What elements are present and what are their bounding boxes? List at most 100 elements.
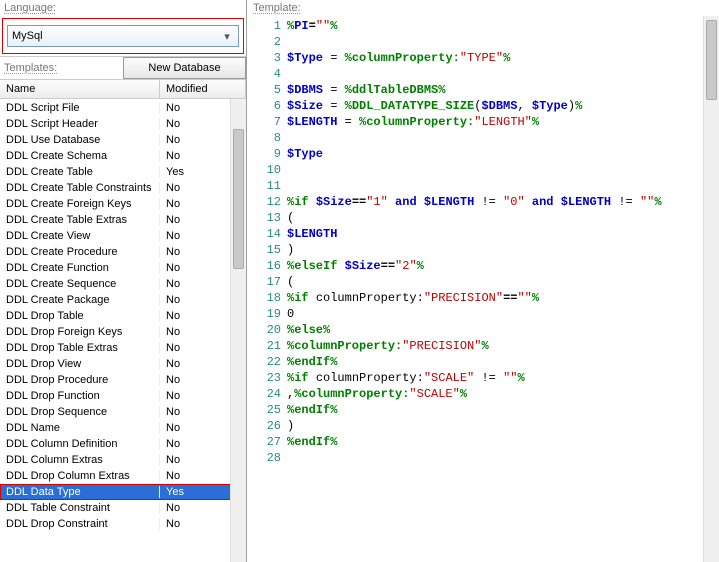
code-gutter: 1234567891011121314151617181920212223242… (247, 18, 287, 562)
row-name: DDL Script Header (0, 118, 160, 130)
code-line[interactable] (287, 66, 719, 82)
table-row[interactable]: DDL Data TypeYes (0, 484, 246, 500)
table-row[interactable]: DDL Create SchemaNo (0, 148, 246, 164)
code-line[interactable]: %if columnProperty:"SCALE" != ""% (287, 370, 719, 386)
table-row[interactable]: DDL Create Table ExtrasNo (0, 212, 246, 228)
code-line[interactable]: $DBMS = %ddlTableDBMS% (287, 82, 719, 98)
code-line[interactable] (287, 34, 719, 50)
templates-table-body-wrap: DDL Script FileNoDDL Script HeaderNoDDL … (0, 99, 246, 562)
code-line[interactable] (287, 450, 719, 466)
code-line[interactable]: $Type (287, 146, 719, 162)
table-row[interactable]: DDL Drop Table ExtrasNo (0, 340, 246, 356)
line-number: 19 (247, 306, 281, 322)
line-number: 20 (247, 322, 281, 338)
code-line[interactable] (287, 178, 719, 194)
table-row[interactable]: DDL Table ConstraintNo (0, 500, 246, 516)
row-name: DDL Drop Column Extras (0, 470, 160, 482)
code-line[interactable]: ( (287, 274, 719, 290)
code-editor[interactable]: 1234567891011121314151617181920212223242… (247, 16, 719, 562)
table-row[interactable]: DDL Drop ViewNo (0, 356, 246, 372)
code-line[interactable]: %endIf% (287, 434, 719, 450)
row-name: DDL Create Sequence (0, 278, 160, 290)
line-number: 9 (247, 146, 281, 162)
line-number: 17 (247, 274, 281, 290)
row-name: DDL Create Table (0, 166, 160, 178)
right-panel: Template: 123456789101112131415161718192… (247, 0, 719, 562)
code-line[interactable]: $LENGTH = %columnProperty:"LENGTH"% (287, 114, 719, 130)
line-number: 1 (247, 18, 281, 34)
row-name: DDL Column Extras (0, 454, 160, 466)
table-row[interactable]: DDL Create FunctionNo (0, 260, 246, 276)
code-line[interactable] (287, 162, 719, 178)
line-number: 22 (247, 354, 281, 370)
table-row[interactable]: DDL Drop Foreign KeysNo (0, 324, 246, 340)
code-line[interactable]: %endIf% (287, 402, 719, 418)
table-row[interactable]: DDL Create PackageNo (0, 292, 246, 308)
table-row[interactable]: DDL NameNo (0, 420, 246, 436)
col-header-modified[interactable]: Modified (160, 80, 246, 98)
chevron-down-icon: ▾ (220, 30, 234, 43)
col-header-name[interactable]: Name (0, 80, 160, 98)
templates-label: Templates: (0, 60, 123, 76)
table-row[interactable]: DDL Column ExtrasNo (0, 452, 246, 468)
code-line[interactable] (287, 130, 719, 146)
language-label: Language: (0, 0, 246, 16)
row-name: DDL Drop Function (0, 390, 160, 402)
row-name: DDL Create Schema (0, 150, 160, 162)
code-line[interactable]: ) (287, 242, 719, 258)
new-database-button[interactable]: New Database (123, 57, 246, 79)
table-row[interactable]: DDL Create Table ConstraintsNo (0, 180, 246, 196)
table-row[interactable]: DDL Script HeaderNo (0, 116, 246, 132)
row-name: DDL Create Table Extras (0, 214, 160, 226)
code-line[interactable]: %PI=""% (287, 18, 719, 34)
row-name: DDL Script File (0, 102, 160, 114)
table-row[interactable]: DDL Drop FunctionNo (0, 388, 246, 404)
table-row[interactable]: DDL Drop TableNo (0, 308, 246, 324)
language-highlight-box: MySql ▾ (2, 18, 244, 54)
code-line[interactable]: %elseIf $Size=="2"% (287, 258, 719, 274)
code-line[interactable]: $Type = %columnProperty:"TYPE"% (287, 50, 719, 66)
code-line[interactable]: ,%columnProperty:"SCALE"% (287, 386, 719, 402)
code-line[interactable]: 0 (287, 306, 719, 322)
code-line[interactable]: %endIf% (287, 354, 719, 370)
line-number: 12 (247, 194, 281, 210)
table-row[interactable]: DDL Drop ConstraintNo (0, 516, 246, 532)
line-number: 13 (247, 210, 281, 226)
table-row[interactable]: DDL Create TableYes (0, 164, 246, 180)
code-line[interactable]: %if $Size=="1" and $LENGTH != "0" and $L… (287, 194, 719, 210)
code-line[interactable]: ( (287, 210, 719, 226)
table-row[interactable]: DDL Column DefinitionNo (0, 436, 246, 452)
code-content[interactable]: %PI=""% $Type = %columnProperty:"TYPE"% … (287, 18, 719, 562)
templates-scrollbar[interactable] (230, 99, 246, 562)
code-line[interactable]: ) (287, 418, 719, 434)
table-row[interactable]: DDL Drop ProcedureNo (0, 372, 246, 388)
row-name: DDL Create Procedure (0, 246, 160, 258)
table-row[interactable]: DDL Drop Column ExtrasNo (0, 468, 246, 484)
table-row[interactable]: DDL Drop SequenceNo (0, 404, 246, 420)
table-row[interactable]: DDL Create ViewNo (0, 228, 246, 244)
code-line[interactable]: %if columnProperty:"PRECISION"==""% (287, 290, 719, 306)
table-row[interactable]: DDL Script FileNo (0, 100, 246, 116)
code-line[interactable]: $LENGTH (287, 226, 719, 242)
language-combo[interactable]: MySql ▾ (7, 25, 239, 47)
templates-scrollbar-thumb[interactable] (233, 129, 244, 269)
line-number: 2 (247, 34, 281, 50)
line-number: 10 (247, 162, 281, 178)
row-name: DDL Data Type (0, 486, 160, 498)
table-row[interactable]: DDL Use DatabaseNo (0, 132, 246, 148)
code-scrollbar-thumb[interactable] (706, 20, 717, 100)
code-line[interactable]: $Size = %DDL_DATATYPE_SIZE($DBMS, $Type)… (287, 98, 719, 114)
row-name: DDL Drop View (0, 358, 160, 370)
row-name: DDL Name (0, 422, 160, 434)
code-line[interactable]: %else% (287, 322, 719, 338)
templates-table-header: Name Modified (0, 79, 246, 99)
table-row[interactable]: DDL Create ProcedureNo (0, 244, 246, 260)
code-scrollbar[interactable] (703, 16, 719, 562)
templates-header-row: Templates: New Database (0, 56, 246, 79)
line-number: 18 (247, 290, 281, 306)
row-name: DDL Table Constraint (0, 502, 160, 514)
code-line[interactable]: %columnProperty:"PRECISION"% (287, 338, 719, 354)
language-combo-value: MySql (12, 30, 43, 42)
table-row[interactable]: DDL Create SequenceNo (0, 276, 246, 292)
table-row[interactable]: DDL Create Foreign KeysNo (0, 196, 246, 212)
